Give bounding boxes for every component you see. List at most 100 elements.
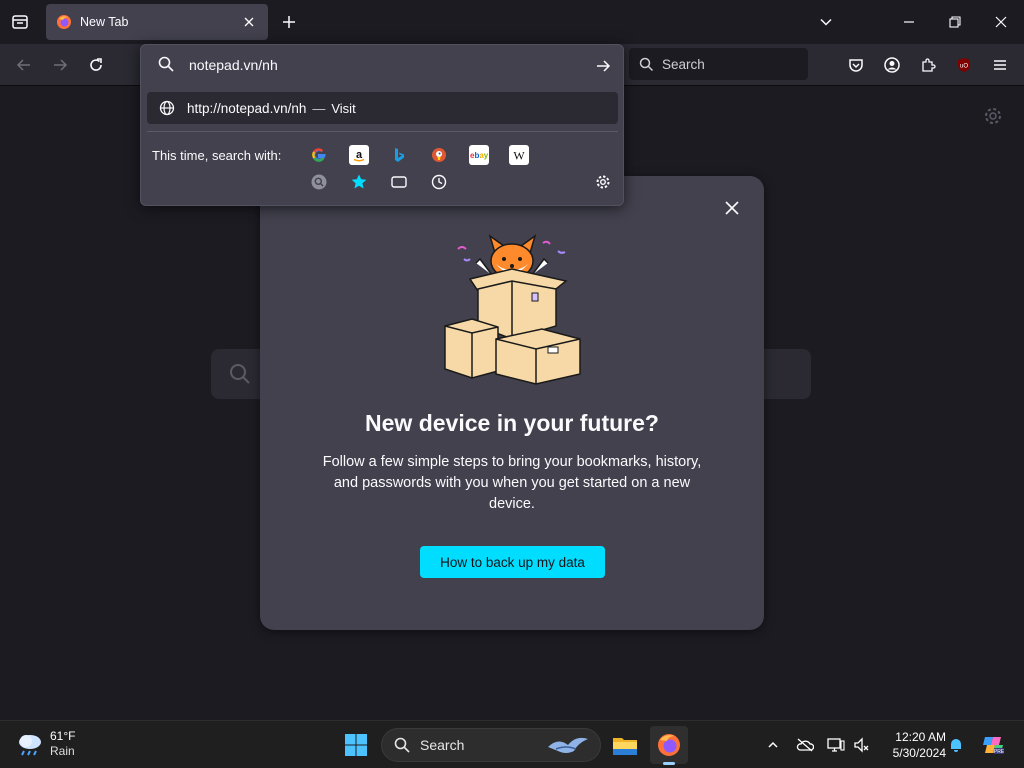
google-icon — [312, 148, 326, 162]
cloud-offline-icon — [796, 738, 814, 752]
toolbar-search-box[interactable]: Search — [629, 48, 808, 80]
engine-amazon-button[interactable]: a — [349, 145, 369, 165]
gear-icon — [596, 175, 610, 189]
onedrive-button[interactable] — [795, 735, 815, 755]
svg-text:a: a — [356, 149, 363, 161]
taskbar-clock[interactable]: 12:20 AM 5/30/2024 — [880, 729, 946, 761]
tab-title: New Tab — [80, 15, 129, 29]
volume-button[interactable] — [852, 735, 872, 755]
arrow-left-icon — [16, 59, 30, 71]
taskbar-search-box[interactable]: Search — [381, 728, 601, 762]
svg-text:uO: uO — [960, 64, 968, 70]
chevron-up-icon — [768, 741, 778, 748]
tab-new-tab[interactable]: New Tab — [46, 4, 268, 40]
weather-widget[interactable]: 61°F Rain — [16, 729, 75, 759]
dialog-title: New device in your future? — [365, 410, 659, 436]
tabs-source-button[interactable] — [389, 172, 409, 192]
clock-icon — [431, 174, 447, 190]
forward-button[interactable] — [48, 53, 72, 77]
chevron-down-icon — [820, 18, 832, 26]
engine-google-button[interactable] — [309, 145, 329, 165]
result-url: http://notepad.vn/nh — [187, 100, 307, 116]
svg-text:PRE: PRE — [994, 749, 1005, 755]
result-separator: — — [312, 100, 326, 116]
engine-ebay-button[interactable]: ebay — [469, 145, 489, 165]
tab-close-button[interactable] — [240, 13, 258, 31]
firefox-view-icon — [12, 15, 28, 29]
tab-icon — [391, 176, 407, 188]
star-icon — [351, 174, 367, 189]
account-button[interactable] — [880, 53, 904, 77]
search-settings-button[interactable] — [593, 172, 613, 192]
arrow-right-icon — [54, 59, 68, 71]
dialog-body-text: Follow a few simple steps to bring your … — [322, 454, 702, 512]
wikipedia-icon: W — [513, 149, 525, 163]
restore-button[interactable] — [943, 10, 967, 34]
ublock-origin-button[interactable]: uO — [952, 53, 976, 77]
history-source-button[interactable] — [429, 172, 449, 192]
urlbar-go-button[interactable] — [593, 56, 613, 76]
magnifier-badge-icon — [311, 174, 327, 190]
engine-wikipedia-button[interactable]: W — [509, 145, 529, 165]
duckduckgo-icon — [432, 148, 446, 162]
amazon-icon: a — [353, 149, 365, 162]
fox-in-boxes-illustration — [444, 234, 581, 385]
close-icon — [995, 16, 1007, 28]
puzzle-icon — [922, 58, 936, 72]
close-icon — [725, 201, 739, 215]
dialog-close-button[interactable] — [720, 196, 744, 220]
urlbar-result-visit[interactable]: http://notepad.vn/nh — Visit — [147, 92, 618, 124]
engine-duckduckgo-button[interactable] — [429, 145, 449, 165]
toolbar-search-placeholder: Search — [662, 56, 705, 72]
monitor-network-icon — [827, 738, 845, 752]
app-menu-button[interactable] — [988, 53, 1012, 77]
copilot-icon: PRE — [983, 737, 1005, 755]
running-indicator — [663, 762, 675, 765]
reload-button[interactable] — [84, 53, 108, 77]
plus-icon — [283, 16, 295, 28]
urlbar-input-row — [141, 45, 623, 85]
urlbar-input[interactable] — [189, 55, 569, 75]
svg-text:ebay: ebay — [470, 151, 488, 160]
show-hidden-icons-button[interactable] — [763, 735, 783, 755]
window-close-button[interactable] — [989, 10, 1013, 34]
tab-strip: New Tab — [0, 0, 1024, 44]
list-all-tabs-button[interactable] — [816, 12, 836, 32]
extensions-button[interactable] — [916, 53, 940, 77]
arrow-right-icon — [597, 60, 611, 72]
minimize-button[interactable] — [897, 10, 921, 34]
new-tab-button[interactable] — [279, 12, 299, 32]
bookmarks-source-button[interactable] — [349, 172, 369, 192]
weather-condition: Rain — [50, 744, 75, 758]
backup-data-button[interactable]: How to back up my data — [420, 546, 605, 578]
rain-cloud-icon — [19, 735, 41, 756]
search-icon — [158, 56, 174, 72]
personalize-gear-icon[interactable] — [983, 106, 1003, 126]
restore-icon — [949, 16, 961, 28]
search-icon — [394, 737, 410, 753]
firefox-view-button[interactable] — [8, 10, 32, 34]
pocket-button[interactable] — [844, 53, 868, 77]
taskbar-search-label: Search — [420, 737, 465, 753]
urlbar-popup: http://notepad.vn/nh — Visit This time, … — [140, 44, 624, 206]
search-icon — [230, 364, 250, 384]
search-with-label: This time, search with: — [152, 148, 282, 163]
firefox-favicon-icon — [57, 15, 71, 29]
close-icon — [244, 17, 254, 27]
back-button[interactable] — [12, 53, 36, 77]
result-action: Visit — [331, 100, 356, 116]
pocket-icon — [849, 59, 863, 72]
taskbar-firefox-button[interactable] — [650, 726, 688, 765]
search-shortcuts-button[interactable] — [309, 172, 329, 192]
weather-temperature: 61°F — [50, 729, 76, 743]
svg-text:W: W — [513, 149, 525, 163]
file-explorer-icon[interactable] — [611, 731, 639, 759]
copilot-button[interactable]: PRE — [980, 732, 1006, 758]
clock-time: 12:20 AM — [895, 730, 946, 744]
windows-start-icon[interactable] — [344, 733, 368, 757]
network-button[interactable] — [826, 735, 846, 755]
notifications-button[interactable] — [946, 735, 966, 755]
hamburger-menu-icon — [994, 60, 1006, 70]
ublock-shield-icon: uO — [958, 58, 970, 72]
engine-bing-button[interactable] — [389, 145, 409, 165]
